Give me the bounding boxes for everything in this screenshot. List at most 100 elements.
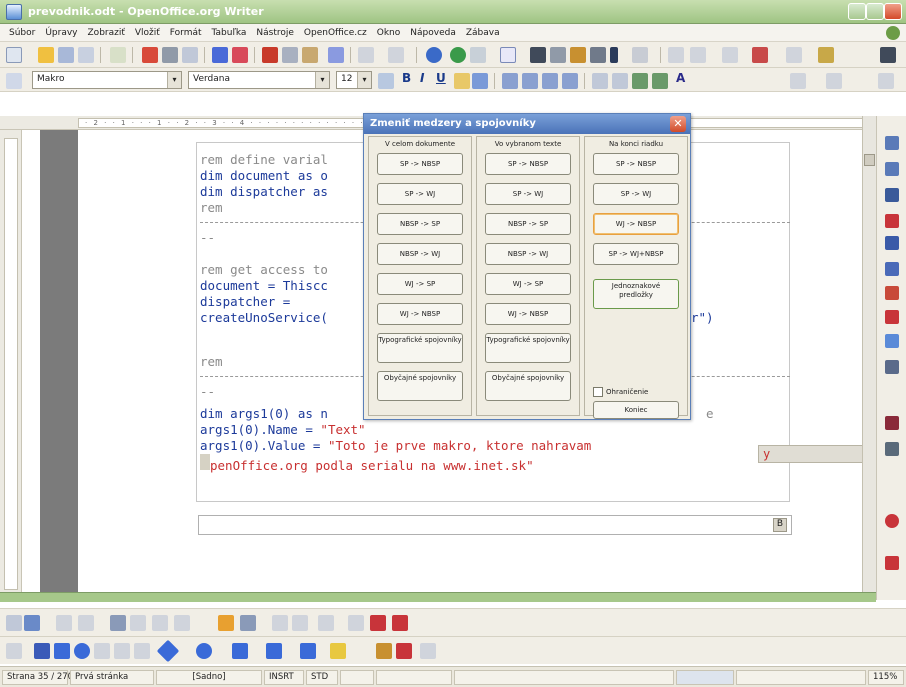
side-tool-4-icon[interactable] (885, 214, 899, 228)
boundary-checkbox[interactable]: Ohraničenie (593, 387, 648, 397)
bottom-tool-6-icon[interactable] (130, 615, 146, 631)
save-icon[interactable] (58, 47, 74, 63)
zoom-slider[interactable] (736, 670, 866, 685)
insert-image-icon[interactable] (396, 643, 412, 659)
side-tool-9-icon[interactable] (885, 334, 899, 348)
eol-sp-nbsp-button[interactable]: SP -> NBSP (593, 153, 679, 175)
menu-fun[interactable]: Zábava (461, 28, 505, 38)
eol-sp-wj-nbsp-button[interactable]: SP -> WJ+NBSP (593, 243, 679, 265)
italic-icon[interactable]: I (420, 71, 424, 85)
format-extra-3-icon[interactable] (878, 73, 894, 89)
close-dialog-button[interactable]: Koniec (593, 401, 679, 419)
horizontal-scrollbar[interactable] (0, 592, 876, 602)
doc-ordinary-hyphens-button[interactable]: Obyčajné spojovníky (377, 371, 463, 401)
navigator-globe-icon[interactable] (450, 47, 466, 63)
redo-icon[interactable] (388, 47, 404, 63)
format-extra-2-icon[interactable] (826, 73, 842, 89)
numbering-icon[interactable] (592, 73, 608, 89)
export-pdf-icon[interactable] (142, 47, 158, 63)
data-sources-icon[interactable] (590, 47, 606, 63)
modified-indicator[interactable] (340, 670, 374, 685)
spellcheck-icon[interactable] (212, 47, 228, 63)
menu-tools[interactable]: Nástroje (251, 28, 299, 38)
menu-openoffice-cz[interactable]: OpenOffice.cz (299, 28, 372, 38)
side-tool-2-icon[interactable] (885, 162, 899, 176)
nonprinting-characters-icon[interactable] (610, 47, 618, 63)
symbol-shapes-icon[interactable] (196, 643, 212, 659)
bottom-tool-3-icon[interactable] (56, 615, 72, 631)
doc-nbsp-wj-button[interactable]: NBSP -> WJ (377, 243, 463, 265)
freeform-icon[interactable] (94, 643, 110, 659)
maximize-button[interactable] (866, 3, 884, 20)
language-indicator[interactable]: [Sadno] (156, 670, 262, 685)
hyperlink-icon[interactable] (426, 47, 442, 63)
document-input-field[interactable]: B (198, 515, 792, 535)
styles-formatting-icon[interactable] (6, 73, 22, 89)
flowchart-icon[interactable] (266, 643, 282, 659)
extra-toolbar-3-icon[interactable] (752, 47, 768, 63)
bottom-tool-13-icon[interactable] (318, 615, 334, 631)
menu-edit[interactable]: Úpravy (40, 28, 82, 38)
sel-wj-nbsp-button[interactable]: WJ -> NBSP (485, 303, 571, 325)
extra-toolbar-1-icon[interactable] (690, 47, 706, 63)
close-icon[interactable]: ✕ (670, 116, 686, 132)
cut-icon[interactable] (262, 47, 278, 63)
menu-view[interactable]: Zobraziť (83, 28, 130, 38)
clone-formatting-icon[interactable] (328, 47, 344, 63)
gallery-icon[interactable] (570, 47, 586, 63)
side-tool-3-icon[interactable] (885, 188, 899, 202)
bottom-tool-14-icon[interactable] (348, 615, 364, 631)
bottom-tool-11-icon[interactable] (272, 615, 288, 631)
sel-nbsp-sp-button[interactable]: NBSP -> SP (485, 213, 571, 235)
align-right-icon[interactable] (542, 73, 558, 89)
doc-sp-wj-button[interactable]: SP -> WJ (377, 183, 463, 205)
chevron-down-icon[interactable]: ▾ (315, 72, 329, 88)
copy-icon[interactable] (282, 47, 298, 63)
vertical-scrollbar[interactable] (862, 116, 876, 600)
ellipse-icon[interactable] (74, 643, 90, 659)
style-misc-icon[interactable] (378, 73, 394, 89)
font-color-icon[interactable]: A (676, 71, 685, 85)
paste-icon[interactable] (302, 47, 318, 63)
rectangle-icon[interactable] (54, 643, 70, 659)
chevron-down-icon[interactable]: ▾ (357, 72, 371, 88)
bottom-tool-4-icon[interactable] (78, 615, 94, 631)
menu-insert[interactable]: Vložiť (130, 28, 165, 38)
single-letter-prepositions-button[interactable]: Jednoznakové predložky (593, 279, 679, 309)
page-style[interactable]: Prvá stránka (70, 670, 154, 685)
doc-sp-nbsp-button[interactable]: SP -> NBSP (377, 153, 463, 175)
character-style-icon[interactable] (472, 73, 488, 89)
side-tool-5-icon[interactable] (885, 236, 899, 250)
menu-table[interactable]: Tabuľka (207, 28, 252, 38)
bold-icon[interactable]: B (402, 71, 411, 85)
callouts-icon[interactable] (300, 643, 316, 659)
menu-format[interactable]: Formát (165, 28, 207, 38)
side-tool-10-icon[interactable] (885, 360, 899, 374)
bottom-tool-1-icon[interactable] (6, 615, 22, 631)
print-icon[interactable] (162, 47, 178, 63)
new-document-icon[interactable] (6, 47, 22, 63)
doc-typographic-hyphens-button[interactable]: Typografické spojovníky (377, 333, 463, 363)
page-indicator[interactable]: Strana 35 / 270 (2, 670, 73, 685)
bottom-tool-15-icon[interactable] (370, 615, 386, 631)
side-tool-13-icon[interactable] (885, 514, 899, 528)
sel-nbsp-wj-button[interactable]: NBSP -> WJ (485, 243, 571, 265)
undo-icon[interactable] (358, 47, 374, 63)
page-preview-icon[interactable] (182, 47, 198, 63)
menu-file[interactable]: Súbor (4, 28, 40, 38)
extra-toolbar-2-icon[interactable] (722, 47, 738, 63)
bottom-tool-8-icon[interactable] (174, 615, 190, 631)
selection-mode[interactable]: STD (306, 670, 338, 685)
autospellcheck-icon[interactable] (232, 47, 248, 63)
select-arrow-icon[interactable] (6, 643, 22, 659)
chevron-down-icon[interactable]: ▾ (167, 72, 181, 88)
sel-sp-wj-button[interactable]: SP -> WJ (485, 183, 571, 205)
font-size-combo[interactable]: 12 ▾ (336, 71, 372, 89)
extra-toolbar-4-icon[interactable] (786, 47, 802, 63)
zoom-value[interactable]: 115% (868, 670, 904, 685)
insert-mode[interactable]: INSRT (264, 670, 304, 685)
view-layout-icon[interactable] (676, 670, 734, 685)
bottom-tool-7-icon[interactable] (152, 615, 168, 631)
character-highlight-icon[interactable] (454, 73, 470, 89)
bottom-tool-10-icon[interactable] (240, 615, 256, 631)
